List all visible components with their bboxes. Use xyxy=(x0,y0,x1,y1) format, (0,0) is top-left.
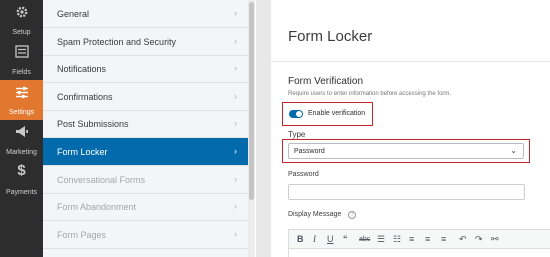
toggle-knob xyxy=(296,111,302,117)
redo-icon[interactable]: ↷ xyxy=(475,234,483,245)
submenu-scrollbar[interactable] xyxy=(248,0,255,257)
enable-verification-highlight: Enable verification xyxy=(282,102,373,126)
panel-divider xyxy=(256,0,271,257)
section-description: Require users to enter information befor… xyxy=(288,91,452,97)
align-left-icon[interactable]: ≡ xyxy=(409,234,414,244)
password-label: Password xyxy=(288,171,319,178)
bullet-list-icon[interactable]: ☰ xyxy=(377,234,385,245)
submenu-label: Form Locker xyxy=(57,147,108,157)
submenu-label: Confirmations xyxy=(57,92,113,102)
chevron-right-icon: › xyxy=(234,118,237,128)
rail-fields-label: Fields xyxy=(12,69,31,76)
numbered-list-icon[interactable]: ☷ xyxy=(393,234,401,245)
submenu-label: Form Pages xyxy=(57,230,107,240)
chevron-right-icon: › xyxy=(234,36,237,46)
help-icon[interactable]: ? xyxy=(348,211,356,219)
strikethrough-icon[interactable]: abc xyxy=(359,236,370,243)
submenu-conversational-forms[interactable]: Conversational Forms › xyxy=(43,166,249,194)
rail-payments-label: Payments xyxy=(5,189,38,196)
submenu-form-abandonment[interactable]: Form Abandonment › xyxy=(43,193,249,221)
type-select[interactable]: Password ⌄ xyxy=(288,143,524,159)
rail-setup-label: Setup xyxy=(12,29,31,36)
editor-toolbar: B I U “ abc ☰ ☷ ≡ ≡ ≡ ↶ ↷ ⚯ xyxy=(288,229,550,249)
type-select-highlight: Password ⌄ xyxy=(282,139,530,163)
divider xyxy=(271,61,550,62)
chevron-down-icon: ⌄ xyxy=(510,146,517,155)
submenu-label: Post Submissions xyxy=(57,119,129,129)
chevron-right-icon: › xyxy=(234,146,237,156)
display-message-editor[interactable] xyxy=(288,249,550,257)
section-title: Form Verification xyxy=(288,76,364,87)
submenu-post-submissions[interactable]: Post Submissions › xyxy=(43,110,249,138)
rail-marketing-label: Marketing xyxy=(6,149,37,156)
align-center-icon[interactable]: ≡ xyxy=(425,234,430,244)
submenu-general[interactable]: General › xyxy=(43,0,249,28)
panel-title: Form Locker xyxy=(288,28,373,45)
submenu-spam-protection[interactable]: Spam Protection and Security › xyxy=(43,28,249,56)
submenu-notifications[interactable]: Notifications › xyxy=(43,55,249,83)
chevron-right-icon: › xyxy=(234,174,237,184)
rail-fields[interactable]: Fields xyxy=(0,40,43,80)
fields-icon xyxy=(0,45,43,63)
submenu-label: Notifications xyxy=(57,64,107,74)
chevron-right-icon: › xyxy=(234,229,237,239)
underline-icon[interactable]: U xyxy=(327,234,334,244)
gear-icon xyxy=(0,5,43,24)
submenu-label: Conversational Forms xyxy=(57,175,146,185)
link-icon[interactable]: ⚯ xyxy=(491,234,499,245)
submenu-label: Spam Protection and Security xyxy=(57,37,177,47)
rail-setup[interactable]: Setup xyxy=(0,0,43,40)
italic-icon[interactable]: I xyxy=(313,234,316,244)
megaphone-icon xyxy=(0,125,43,143)
enable-verification-toggle[interactable] xyxy=(289,110,303,118)
scrollbar-thumb[interactable] xyxy=(249,2,254,200)
password-input[interactable] xyxy=(288,184,525,200)
dollar-icon: $ xyxy=(17,162,26,179)
type-select-value: Password xyxy=(294,148,325,155)
sliders-icon xyxy=(0,86,43,104)
chevron-right-icon: › xyxy=(234,91,237,101)
blockquote-icon[interactable]: “ xyxy=(343,234,348,244)
submenu-confirmations[interactable]: Confirmations › xyxy=(43,83,249,111)
display-message-label: Display Message xyxy=(288,211,342,218)
settings-submenu: General › Spam Protection and Security ›… xyxy=(43,0,255,257)
type-label: Type xyxy=(288,130,306,139)
submenu-label: Form Abandonment xyxy=(57,202,137,212)
toggle-label: Enable verification xyxy=(308,110,366,117)
rail-settings[interactable]: Settings xyxy=(0,80,43,120)
submenu-label: General xyxy=(57,9,90,19)
undo-icon[interactable]: ↶ xyxy=(459,234,467,245)
chevron-right-icon: › xyxy=(234,63,237,73)
bold-icon[interactable]: B xyxy=(297,234,304,244)
chevron-right-icon: › xyxy=(234,201,237,211)
builder-sidebar: Setup Fields Settings Marketing $ Paymen… xyxy=(0,0,43,257)
rail-payments[interactable]: $ Payments xyxy=(0,160,43,200)
submenu-form-locker[interactable]: Form Locker › xyxy=(43,138,249,166)
rail-marketing[interactable]: Marketing xyxy=(0,120,43,160)
submenu-form-pages[interactable]: Form Pages › xyxy=(43,221,249,249)
settings-panel: Form Locker Form Verification Require us… xyxy=(271,0,550,257)
rail-settings-label: Settings xyxy=(8,109,35,116)
chevron-right-icon: › xyxy=(234,8,237,18)
align-right-icon[interactable]: ≡ xyxy=(441,234,446,244)
